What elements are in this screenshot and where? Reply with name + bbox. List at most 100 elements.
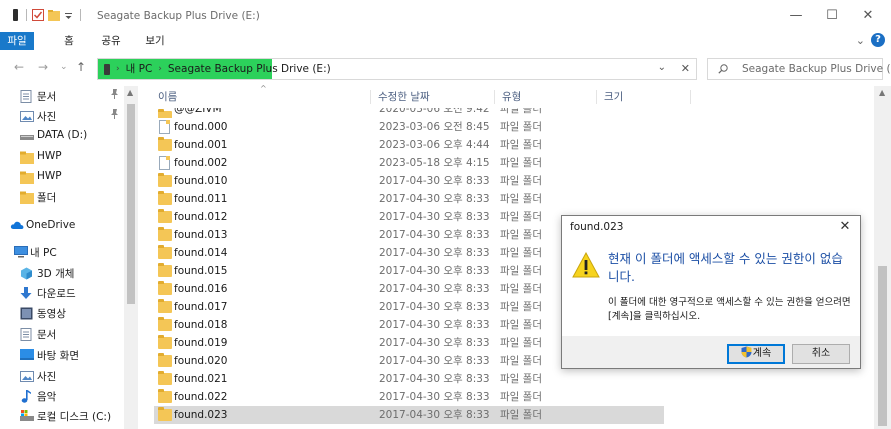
tab-share[interactable]: 공유 bbox=[96, 32, 126, 50]
up-button[interactable]: ↑ bbox=[76, 60, 86, 74]
breadcrumb-this-pc[interactable]: 내 PC bbox=[126, 59, 153, 79]
folder-icon bbox=[158, 299, 172, 313]
title-bar: Seagate Backup Plus Drive (E:) — ☐ ✕ bbox=[0, 0, 891, 32]
file-row[interactable]: found.010 2017-04-30 오후 8:33 파일 폴더 bbox=[154, 172, 664, 190]
file-row[interactable]: found.011 2017-04-30 오후 8:33 파일 폴더 bbox=[154, 190, 664, 208]
folder-icon bbox=[158, 137, 172, 151]
forward-button[interactable]: → bbox=[38, 60, 48, 74]
file-type: 파일 폴더 bbox=[500, 301, 542, 313]
file-type: 파일 폴더 bbox=[500, 409, 542, 421]
ribbon-expand-button[interactable]: ⌄ bbox=[856, 34, 865, 47]
help-button[interactable]: ? bbox=[871, 33, 885, 47]
file-date: 2017-04-30 오후 8:33 bbox=[379, 283, 490, 295]
properties-check-icon[interactable] bbox=[32, 9, 44, 21]
file-name: found.010 bbox=[174, 175, 228, 187]
nav-item[interactable]: OneDrive bbox=[0, 216, 124, 236]
nav-item[interactable]: 로컬 디스크 (C:) bbox=[0, 406, 124, 426]
scroll-up-arrow-icon[interactable]: ▲ bbox=[127, 88, 133, 97]
column-divider[interactable] bbox=[690, 90, 691, 104]
address-bar[interactable]: › 내 PC › Seagate Backup Plus Drive (E:) … bbox=[97, 58, 697, 80]
continue-button[interactable]: 계속 bbox=[727, 344, 785, 364]
file-type: 파일 폴더 bbox=[500, 391, 542, 403]
column-header-type[interactable]: 유형 bbox=[502, 86, 521, 108]
nav-item[interactable]: DATA (D:) bbox=[0, 126, 124, 146]
file-type: 파일 폴더 bbox=[500, 247, 542, 259]
nav-item[interactable]: 문서 bbox=[0, 324, 124, 344]
file-type: 파일 폴더 bbox=[500, 139, 542, 151]
tab-home[interactable]: 홈 bbox=[58, 32, 80, 50]
search-icon bbox=[718, 64, 728, 74]
folder-icon bbox=[158, 281, 172, 295]
scroll-up-arrow-icon[interactable]: ▲ bbox=[879, 88, 885, 97]
nav-item-label: 바탕 화면 bbox=[37, 350, 79, 362]
minimize-button[interactable]: — bbox=[786, 6, 806, 26]
nav-item-label: 폴더 bbox=[37, 192, 57, 204]
cancel-button[interactable]: 취소 bbox=[792, 344, 850, 364]
column-divider[interactable] bbox=[370, 90, 371, 104]
nav-scrollbar[interactable]: ▲ bbox=[124, 86, 138, 429]
nav-item[interactable]: HWP bbox=[0, 147, 124, 167]
address-dropdown-button[interactable]: ⌄ bbox=[658, 62, 666, 73]
file-date: 2017-04-30 오후 8:33 bbox=[379, 409, 490, 421]
close-button[interactable]: ✕ bbox=[858, 6, 878, 26]
nav-item[interactable]: 다운로드 bbox=[0, 283, 124, 303]
dialog-close-button[interactable]: ✕ bbox=[836, 218, 854, 236]
file-type: 파일 폴더 bbox=[500, 319, 542, 331]
column-header-name[interactable]: 이름 bbox=[158, 86, 177, 108]
drive-icon bbox=[104, 63, 110, 75]
file-list-scrollbar-thumb[interactable] bbox=[878, 266, 887, 426]
nav-item-label: 음악 bbox=[37, 391, 57, 403]
nav-item[interactable]: 음악 bbox=[0, 386, 124, 406]
search-input[interactable]: Seagate Backup Plus Drive (... bbox=[742, 59, 891, 79]
maximize-button[interactable]: ☐ bbox=[822, 6, 842, 26]
nav-item[interactable]: 사진 bbox=[0, 366, 124, 386]
nav-item[interactable]: 사진 bbox=[0, 106, 124, 126]
file-date: 2017-04-30 오후 8:33 bbox=[379, 229, 490, 241]
file-name: found.017 bbox=[174, 301, 228, 313]
search-box[interactable]: Seagate Backup Plus Drive (... bbox=[707, 58, 891, 80]
file-name: found.023 bbox=[174, 409, 228, 421]
file-row[interactable]: found.021 2017-04-30 오후 8:33 파일 폴더 bbox=[154, 370, 664, 388]
breadcrumb-drive[interactable]: Seagate Backup Plus Drive (E:) bbox=[168, 59, 331, 79]
file-row[interactable]: found.002 2023-05-18 오후 4:15 파일 폴더 bbox=[154, 154, 664, 172]
customize-toolbar-icon[interactable] bbox=[64, 9, 75, 21]
cube-icon bbox=[20, 267, 34, 280]
recent-locations-button[interactable]: ⌄ bbox=[60, 62, 68, 72]
nav-scrollbar-thumb[interactable] bbox=[127, 104, 135, 304]
toolbar-separator bbox=[80, 9, 81, 21]
file-row[interactable]: found.023 2017-04-30 오후 8:33 파일 폴더 bbox=[154, 406, 664, 424]
file-row[interactable]: found.001 2023-03-06 오후 4:44 파일 폴더 bbox=[154, 136, 664, 154]
file-row[interactable]: @@ZIVM 2020-03-06 오전 9:42 파일 폴더 bbox=[154, 108, 664, 118]
desktop-icon bbox=[20, 349, 34, 362]
nav-item[interactable]: HWP bbox=[0, 167, 124, 187]
file-date: 2023-05-18 오후 4:15 bbox=[379, 157, 490, 169]
toolbar-separator bbox=[26, 9, 27, 21]
nav-item[interactable]: 폴더 bbox=[0, 187, 124, 207]
nav-item-label: 문서 bbox=[37, 329, 57, 341]
column-divider[interactable] bbox=[494, 90, 495, 104]
tab-file[interactable]: 파일 bbox=[0, 32, 34, 50]
file-date: 2017-04-30 오후 8:33 bbox=[379, 265, 490, 277]
nav-item-label: 사진 bbox=[37, 111, 57, 123]
quick-access-toolbar bbox=[10, 9, 81, 21]
nav-item-label: HWP bbox=[37, 170, 62, 182]
nav-item[interactable]: 문서 bbox=[0, 86, 124, 106]
file-date: 2017-04-30 오후 8:33 bbox=[379, 301, 490, 313]
new-folder-icon[interactable] bbox=[48, 9, 60, 21]
nav-item[interactable]: 동영상 bbox=[0, 303, 124, 323]
file-name: found.002 bbox=[174, 157, 228, 169]
file-list-scrollbar[interactable]: ▲ bbox=[874, 86, 891, 429]
nav-item[interactable]: 바탕 화면 bbox=[0, 345, 124, 365]
file-row[interactable]: found.000 2023-03-06 오전 8:45 파일 폴더 bbox=[154, 118, 664, 136]
nav-item[interactable]: 내 PC bbox=[0, 242, 124, 262]
address-clear-button[interactable]: ✕ bbox=[681, 62, 690, 75]
file-row[interactable]: found.022 2017-04-30 오후 8:33 파일 폴더 bbox=[154, 388, 664, 406]
column-divider[interactable] bbox=[596, 90, 597, 104]
tab-view[interactable]: 보기 bbox=[142, 32, 168, 50]
column-header-date[interactable]: 수정한 날짜 bbox=[378, 86, 430, 108]
column-header-size[interactable]: 크기 bbox=[604, 86, 623, 108]
back-button[interactable]: ← bbox=[14, 60, 24, 74]
nav-item[interactable]: 3D 개체 bbox=[0, 263, 124, 283]
file-name: found.001 bbox=[174, 139, 228, 151]
window-title: Seagate Backup Plus Drive (E:) bbox=[97, 10, 260, 22]
